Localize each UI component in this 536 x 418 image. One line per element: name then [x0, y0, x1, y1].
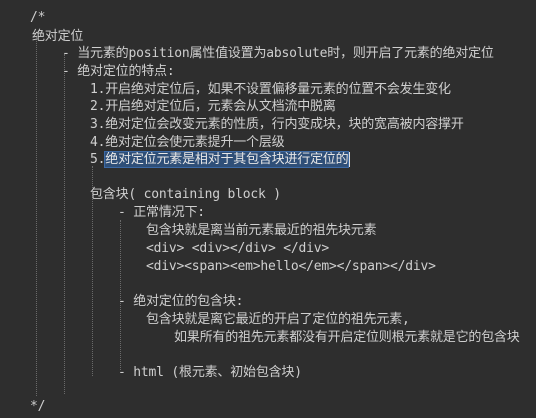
html-root-bullet: - html (根元素、初始包含块) [118, 365, 302, 380]
comment-open: /* [30, 10, 46, 25]
bullet-position-attr: - 当元素的position属性值设置为absolute时，则开启了元素的绝对定… [62, 46, 494, 61]
abs-block-desc-2: 如果所有的祖先元素都没有开启定位则根元素就是它的包含块 [174, 330, 520, 345]
abs-block-desc-1: 包含块就是离它最近的开启了定位的祖先元素, [146, 312, 410, 327]
heading-absolute-position: 绝对定位 [32, 29, 84, 44]
abs-block-bullet: - 绝对定位的包含块: [118, 294, 244, 309]
feature-2: 2.开启绝对定位后，元素会从文档流中脱离 [90, 99, 336, 114]
text-cursor [349, 152, 351, 167]
feature-5-prefix: 5. [90, 152, 106, 167]
text-selection[interactable]: 绝对定位元素是相对于其包含块进行定位的 [104, 151, 350, 168]
bullet-features: - 绝对定位的特点: [62, 64, 175, 79]
normal-case-desc: 包含块就是离当前元素最近的祖先块元素 [146, 223, 377, 238]
indent-guide [64, 54, 65, 394]
example-div-nested: <div> <div></div> </div> [146, 241, 330, 256]
normal-case-bullet: - 正常情况下: [118, 205, 205, 220]
feature-1: 1.开启绝对定位后，如果不设置偏移量元素的位置不会发生变化 [90, 82, 451, 97]
indent-guide [36, 36, 37, 396]
example-span-em: <div><span><em>hello</em></span></div> [146, 259, 436, 274]
code-editor[interactable]: /* 绝对定位 - 当元素的position属性值设置为absolute时，则开… [0, 0, 536, 418]
feature-3: 3.绝对定位会改变元素的性质，行内变成块，块的宽高被内容撑开 [90, 117, 464, 132]
feature-5: 5.绝对定位元素是相对于其包含块进行定位的 [90, 151, 351, 168]
feature-4: 4.绝对定位会使元素提升一个层级 [90, 135, 285, 150]
comment-close: */ [30, 399, 46, 414]
containing-block-heading: 包含块( containing block ) [90, 187, 281, 202]
